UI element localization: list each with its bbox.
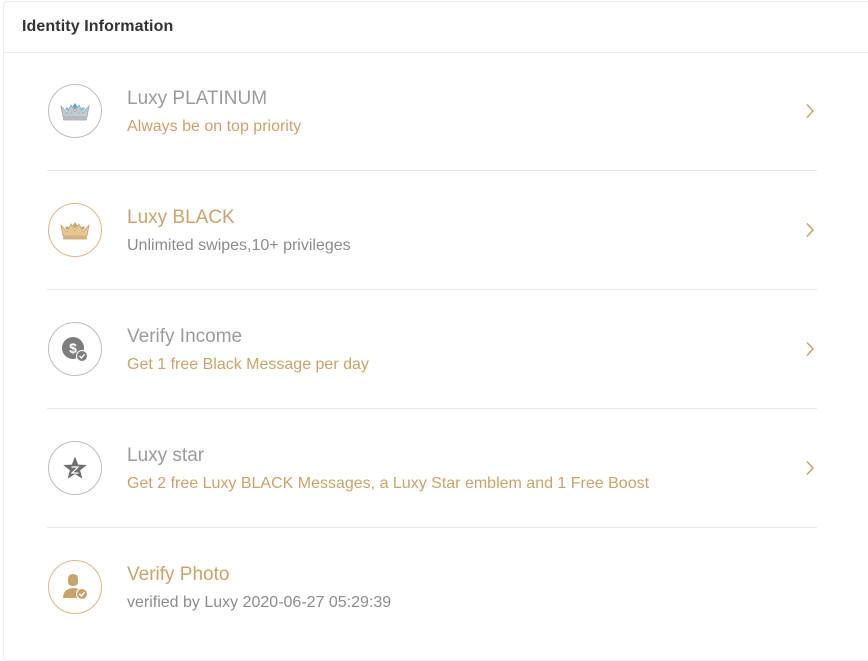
gold-crown-icon <box>48 203 102 257</box>
item-subtitle: Get 2 free Luxy BLACK Messages, a Luxy S… <box>127 475 650 492</box>
list-item-verify-income[interactable]: $ Verify Income Get 1 free Black Message… <box>47 290 817 409</box>
svg-text:$: $ <box>69 340 77 356</box>
platinum-crown-icon <box>48 84 102 138</box>
panel-header: Identity Information <box>4 2 868 53</box>
list-item-luxy-black[interactable]: Luxy BLACK Unlimited swipes,10+ privileg… <box>47 171 817 290</box>
panel-title: Identity Information <box>22 18 174 35</box>
item-title: Verify Photo <box>127 564 230 585</box>
item-subtitle: Get 1 free Black Message per day <box>127 356 369 373</box>
item-subtitle: Always be on top priority <box>127 118 302 135</box>
chevron-right-icon[interactable] <box>803 458 817 478</box>
chevron-right-icon[interactable] <box>803 339 817 359</box>
item-title: Luxy BLACK <box>127 207 235 228</box>
star-icon <box>48 441 102 495</box>
chevron-right-icon[interactable] <box>803 101 817 121</box>
item-subtitle: Unlimited swipes,10+ privileges <box>127 237 351 254</box>
income-verify-icon: $ <box>48 322 102 376</box>
list-item-verify-photo[interactable]: Verify Photo verified by Luxy 2020-06-27… <box>47 528 817 647</box>
item-title: Luxy star <box>127 445 205 466</box>
chevron-right-icon[interactable] <box>803 220 817 240</box>
photo-verify-icon <box>48 560 102 614</box>
item-title: Verify Income <box>127 326 243 347</box>
item-subtitle: verified by Luxy 2020-06-27 05:29:39 <box>127 594 392 611</box>
identity-list: Luxy PLATINUM Always be on top priority … <box>47 52 817 647</box>
list-item-luxy-star[interactable]: Luxy star Get 2 free Luxy BLACK Messages… <box>47 409 817 528</box>
list-item-luxy-platinum[interactable]: Luxy PLATINUM Always be on top priority <box>47 52 817 171</box>
item-title: Luxy PLATINUM <box>127 88 268 109</box>
